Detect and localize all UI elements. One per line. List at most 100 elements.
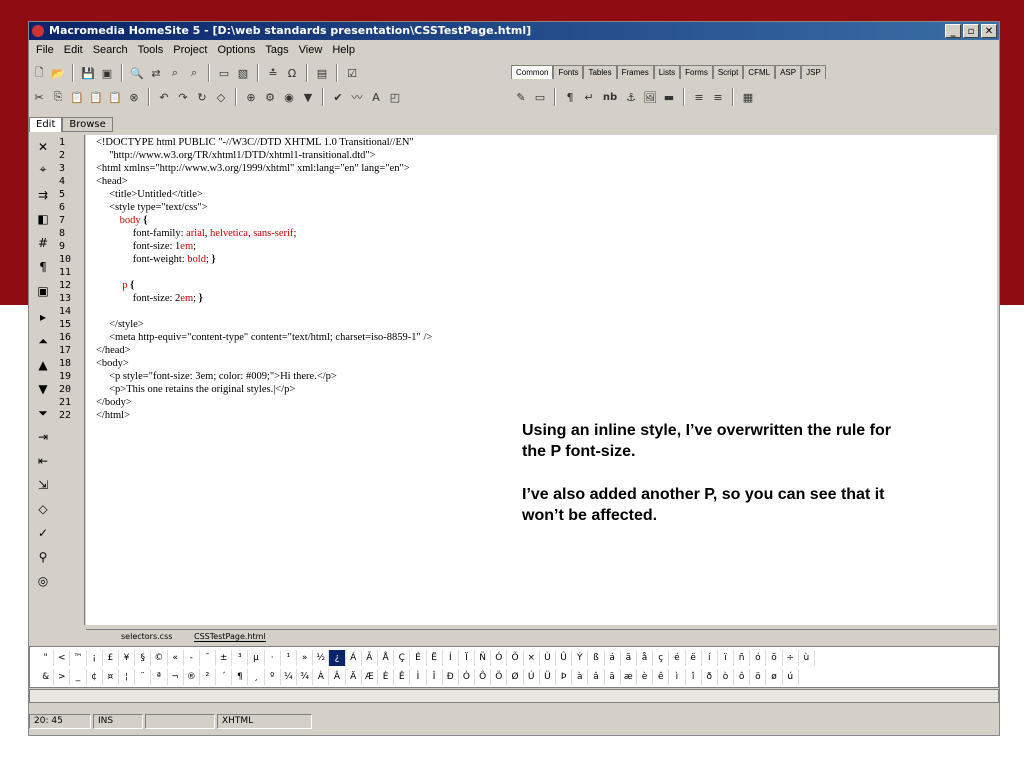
up-icon[interactable]: ▲	[34, 357, 52, 373]
charmap-cell[interactable]: Â	[329, 669, 346, 685]
charmap-cell[interactable]: Å	[378, 650, 395, 666]
clear-icon[interactable]: ⊗	[126, 89, 142, 105]
code-editor[interactable]: <!DOCTYPE html PUBLIC "-//W3C//DTD XHTML…	[86, 135, 997, 625]
charmap-cell[interactable]: Ê	[394, 669, 411, 685]
monitor-icon[interactable]: ▤	[314, 65, 330, 81]
file-tab-selectors[interactable]: selectors.css	[121, 632, 172, 641]
charmap-cell[interactable]: ¹	[281, 650, 297, 666]
charmap-cell[interactable]: £	[103, 650, 119, 666]
charmap-cell[interactable]: Ü	[540, 669, 556, 685]
charmap-cell[interactable]: ÷	[783, 650, 799, 666]
hr-icon[interactable]: ▬	[661, 89, 677, 105]
indent-icon[interactable]: ⇥	[34, 429, 52, 445]
charmap-cell[interactable]: Ú	[524, 669, 540, 685]
tab-tables[interactable]: Tables	[583, 65, 617, 79]
charmap-cell[interactable]: _	[70, 669, 87, 685]
align-center-icon[interactable]: ≡	[691, 89, 707, 105]
charmap-cell[interactable]: í	[702, 650, 718, 666]
menu-options[interactable]: Options	[213, 44, 261, 56]
cut-icon[interactable]: ✂	[31, 89, 47, 105]
charmap-cell[interactable]: ½	[313, 650, 330, 666]
charmap-cell[interactable]: ²	[200, 669, 217, 685]
charmap-cell[interactable]: ¦	[119, 669, 136, 685]
charmap-cell[interactable]: ë	[686, 650, 702, 666]
charmap-cell[interactable]: >	[54, 669, 71, 685]
charmap-cell[interactable]: ó	[750, 650, 767, 666]
image-tag-icon[interactable]: 🖼	[642, 89, 658, 105]
charmap-cell[interactable]: ¥	[119, 650, 136, 666]
charmap-cell[interactable]: &	[38, 669, 55, 685]
snippet-icon[interactable]: ⌖	[34, 161, 52, 177]
charmap-cell[interactable]: ê	[653, 669, 670, 685]
spellcheck-icon[interactable]: ✔	[330, 89, 346, 105]
charmap-cell[interactable]: Ó	[491, 650, 508, 666]
debug-icon[interactable]: ⚙	[262, 89, 278, 105]
tag-icon[interactable]: ≛	[265, 65, 281, 81]
browser-globe-icon[interactable]: ◎	[34, 573, 52, 589]
charmap-cell[interactable]: ©	[151, 650, 168, 666]
charmap-cell[interactable]: À	[313, 669, 330, 685]
menu-file[interactable]: File	[31, 44, 59, 56]
charmap-cell[interactable]: ç	[653, 650, 670, 666]
charmap-cell[interactable]: ô	[734, 669, 751, 685]
charmap-cell[interactable]: ø	[766, 669, 783, 685]
view-icon[interactable]: ◰	[387, 89, 403, 105]
image-icon[interactable]: ▭	[216, 65, 232, 81]
top-icon[interactable]: ⏶	[34, 333, 52, 349]
charmap-cell[interactable]: Û	[556, 650, 573, 666]
find-files-icon[interactable]: ⌕	[167, 65, 183, 81]
charmap-cell[interactable]: "	[38, 650, 55, 666]
tab-jsp[interactable]: JSP	[801, 65, 826, 79]
search-icon[interactable]: ⚲	[34, 549, 52, 565]
charmap-cell[interactable]: Î	[427, 669, 443, 685]
menu-project[interactable]: Project	[168, 44, 212, 56]
charmap-cell[interactable]: ï	[718, 650, 735, 666]
new-file-icon[interactable]: 🗋	[31, 65, 47, 81]
charmap-cell[interactable]: Á	[346, 650, 362, 666]
menu-help[interactable]: Help	[327, 44, 360, 56]
download-icon[interactable]: ▼	[300, 89, 316, 105]
charmap-cell[interactable]: ¤	[103, 669, 119, 685]
zoom-icon[interactable]: ⊕	[243, 89, 259, 105]
close-button[interactable]: ✕	[981, 24, 997, 38]
tab-browse[interactable]: Browse	[62, 117, 113, 132]
replace-icon[interactable]: ⇄	[148, 65, 164, 81]
gutter-icon[interactable]: ◧	[34, 211, 52, 227]
charmap-cell[interactable]: ì	[669, 669, 686, 685]
minimize-button[interactable]: _	[945, 24, 961, 38]
charmap-cell[interactable]: ß	[588, 650, 605, 666]
tag-check-icon[interactable]: ✓	[34, 525, 52, 541]
tab-lists[interactable]: Lists	[653, 65, 681, 79]
charmap-cell[interactable]: ¢	[87, 669, 103, 685]
paste-html-icon[interactable]: 📋	[107, 89, 123, 105]
charmap-cell[interactable]: Ä	[346, 669, 362, 685]
charmap-cell[interactable]: »	[297, 650, 314, 666]
charmap-cell[interactable]: Í	[443, 650, 459, 666]
charmap-cell[interactable]: ¿	[329, 650, 346, 666]
body-icon[interactable]: ▭	[532, 89, 548, 105]
charmap-cell[interactable]: Ò	[459, 669, 476, 685]
anchor-icon[interactable]: ⚓	[623, 89, 639, 105]
charmap-cell[interactable]: Ö	[491, 669, 508, 685]
save-icon[interactable]: 💾	[80, 65, 96, 81]
tab-edit[interactable]: Edit	[29, 117, 63, 132]
charmap-cell[interactable]: ¼	[281, 669, 297, 685]
charmap-cell[interactable]: ·	[265, 650, 281, 666]
menu-edit[interactable]: Edit	[59, 44, 88, 56]
charmap-cell[interactable]: å	[637, 650, 654, 666]
charmap-cell[interactable]: ¡	[87, 650, 103, 666]
charmap-cell[interactable]: º	[265, 669, 281, 685]
tab-common[interactable]: Common	[511, 65, 554, 79]
open-folder-icon[interactable]: 📂	[50, 65, 66, 81]
charmap-cell[interactable]: â	[588, 669, 605, 685]
tab-cfml[interactable]: CFML	[743, 65, 776, 79]
charmap-cell[interactable]: ´	[216, 669, 233, 685]
charmap-cell[interactable]: Ð	[443, 669, 459, 685]
charmap-cell[interactable]: ñ	[734, 650, 751, 666]
charmap-cell[interactable]: Ã	[362, 650, 378, 666]
charmap-cell[interactable]: ö	[750, 669, 767, 685]
charmap-cell[interactable]: ò	[718, 669, 735, 685]
font-icon[interactable]: A	[368, 89, 384, 105]
paste-special-icon[interactable]: 📋	[88, 89, 104, 105]
charmap-cell[interactable]: Ñ	[475, 650, 492, 666]
